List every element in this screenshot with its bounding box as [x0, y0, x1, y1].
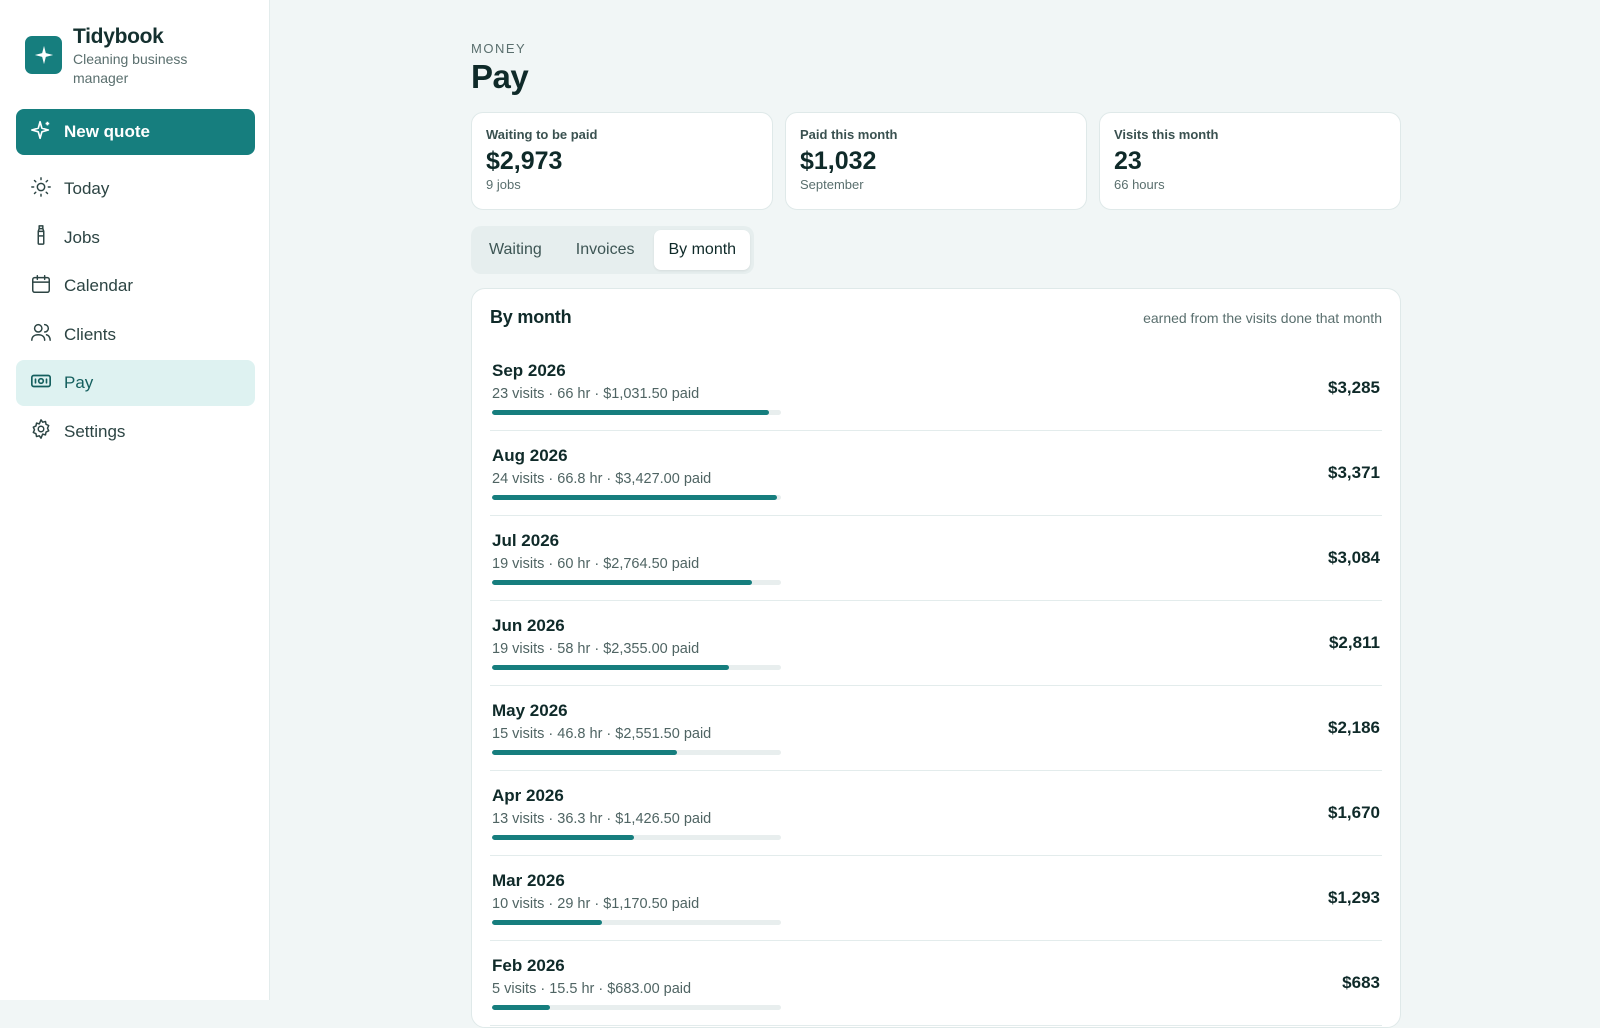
page-title: Pay: [471, 58, 529, 95]
stat-sub: September: [800, 177, 864, 192]
month-row[interactable]: Feb 2026 5 visits · 15.5 hr · $683.00 pai…: [490, 941, 1382, 1026]
month-label: Sep 2026: [492, 361, 566, 380]
earnings-bar-fill: [492, 410, 770, 415]
sidebar-item-settings[interactable]: Settings: [16, 409, 255, 455]
earnings-bar-track: [492, 835, 781, 840]
tab-bar: Waiting Invoices By month: [471, 226, 755, 274]
stat-label: Paid this month: [800, 127, 898, 142]
month-row[interactable]: Mar 2026 10 visits · 29 hr · $1,170.50 pa…: [490, 856, 1382, 941]
month-detail: 13 visits · 36.3 hr · $1,426.50 paid: [492, 811, 712, 827]
by-month-panel: By month earned from the visits done tha…: [471, 288, 1401, 1028]
earnings-bar-fill: [492, 920, 602, 925]
new-quote-label: New quote: [64, 122, 150, 141]
stat-value: $2,973: [486, 147, 563, 175]
month-detail: 19 visits · 58 hr · $2,355.00 paid: [492, 641, 700, 657]
month-detail: 19 visits · 60 hr · $2,764.50 paid: [492, 556, 700, 572]
month-detail: 23 visits · 66 hr · $1,031.50 paid: [492, 386, 700, 402]
month-label: Mar 2026: [492, 871, 565, 890]
brand-subtitle: Cleaning business manager: [73, 51, 188, 86]
earnings-bar-track: [492, 750, 781, 755]
month-amount: $3,371: [1328, 463, 1380, 482]
month-amount: $3,084: [1328, 548, 1380, 567]
earnings-bar-fill: [492, 665, 729, 670]
month-detail: 5 visits · 15.5 hr · $683.00 paid: [492, 981, 692, 997]
month-amount: $3,285: [1328, 378, 1380, 397]
stat-value: 23: [1114, 147, 1142, 175]
sidebar-item-today[interactable]: Today: [16, 166, 255, 212]
month-row[interactable]: Apr 2026 13 visits · 36.3 hr · $1,426.50 …: [490, 771, 1382, 856]
stats-row: Waiting to be paid $2,973 9 jobs Paid th…: [471, 112, 1401, 210]
sidebar-item-label: Settings: [64, 421, 126, 441]
month-amount: $1,670: [1328, 803, 1380, 822]
stat-card-visits: Visits this month 23 66 hours: [1099, 112, 1401, 210]
tab-by-month[interactable]: By month: [654, 230, 751, 270]
banknote-icon: [30, 370, 52, 397]
month-detail: 10 visits · 29 hr · $1,170.50 paid: [492, 896, 700, 912]
gear-icon: [30, 418, 52, 445]
earnings-bar-fill: [492, 495, 777, 500]
sidebar: Tidybook Cleaning business manager New q…: [0, 0, 270, 1000]
month-label: Feb 2026: [492, 956, 565, 975]
panel-title: By month: [490, 307, 572, 327]
stat-label: Visits this month: [1114, 127, 1219, 142]
spray-bottle-icon: [30, 224, 52, 251]
section-eyebrow: MONEY: [471, 41, 527, 56]
sun-icon: [30, 176, 52, 203]
sidebar-item-label: Pay: [64, 373, 94, 392]
month-label: May 2026: [492, 701, 568, 720]
sidebar-item-clients[interactable]: Clients: [16, 312, 255, 358]
month-amount: $683: [1342, 973, 1380, 992]
sidebar-item-pay[interactable]: Pay: [16, 360, 255, 406]
month-row[interactable]: Sep 2026 23 visits · 66 hr · $1,031.50 pa…: [490, 346, 1382, 431]
earnings-bar-track: [492, 580, 781, 585]
panel-note: earned from the visits done that month: [1143, 309, 1382, 326]
stat-label: Waiting to be paid: [486, 127, 598, 142]
stat-sub: 9 jobs: [486, 177, 521, 192]
earnings-bar-track: [492, 1005, 781, 1010]
month-label: Apr 2026: [492, 786, 564, 805]
sidebar-item-label: Calendar: [64, 276, 133, 295]
calendar-icon: [30, 273, 52, 300]
earnings-bar-track: [492, 665, 781, 670]
earnings-bar-fill: [492, 835, 634, 840]
new-quote-button[interactable]: New quote: [16, 109, 255, 155]
month-amount: $1,293: [1328, 888, 1380, 907]
month-row[interactable]: May 2026 15 visits · 46.8 hr · $2,551.50 …: [490, 686, 1382, 771]
sidebar-item-label: Clients: [64, 324, 116, 344]
month-row[interactable]: Jun 2026 19 visits · 58 hr · $2,355.00 pa…: [490, 601, 1382, 686]
tab-invoices[interactable]: Invoices: [562, 230, 649, 270]
stat-card-waiting: Waiting to be paid $2,973 9 jobs: [471, 112, 773, 210]
earnings-bar-fill: [492, 1005, 550, 1010]
stat-sub: 66 hours: [1114, 177, 1165, 192]
brand[interactable]: Tidybook Cleaning business manager: [25, 24, 203, 88]
tab-waiting[interactable]: Waiting: [475, 230, 556, 270]
month-detail: 15 visits · 46.8 hr · $2,551.50 paid: [492, 726, 712, 742]
month-row[interactable]: Aug 2026 24 visits · 66.8 hr · $3,427.00 …: [490, 431, 1382, 516]
earnings-bar-fill: [492, 750, 677, 755]
sidebar-nav: Today Jobs Calendar Clients Pay Settings: [16, 166, 255, 457]
sidebar-item-calendar[interactable]: Calendar: [16, 263, 255, 309]
month-label: Jun 2026: [492, 616, 565, 635]
month-label: Jul 2026: [492, 531, 560, 550]
earnings-bar-fill: [492, 580, 753, 585]
month-amount: $2,186: [1328, 718, 1380, 737]
month-label: Aug 2026: [492, 446, 568, 465]
stat-value: $1,032: [800, 147, 877, 175]
sidebar-item-label: Today: [64, 179, 110, 198]
brand-name: Tidybook: [73, 25, 164, 48]
month-list: Sep 2026 23 visits · 66 hr · $1,031.50 pa…: [490, 346, 1382, 1026]
stat-card-paid: Paid this month $1,032 September: [785, 112, 1087, 210]
month-row[interactable]: Jul 2026 19 visits · 60 hr · $2,764.50 pa…: [490, 516, 1382, 601]
users-icon: [30, 321, 52, 348]
sparkle-icon: [30, 119, 52, 146]
earnings-bar-track: [492, 410, 781, 415]
sidebar-item-jobs[interactable]: Jobs: [16, 215, 255, 261]
sidebar-item-label: Jobs: [64, 227, 100, 247]
sparkle-logo-icon: [25, 36, 62, 74]
month-amount: $2,811: [1328, 633, 1380, 652]
earnings-bar-track: [492, 920, 781, 925]
earnings-bar-track: [492, 495, 781, 500]
month-detail: 24 visits · 66.8 hr · $3,427.00 paid: [492, 471, 712, 487]
